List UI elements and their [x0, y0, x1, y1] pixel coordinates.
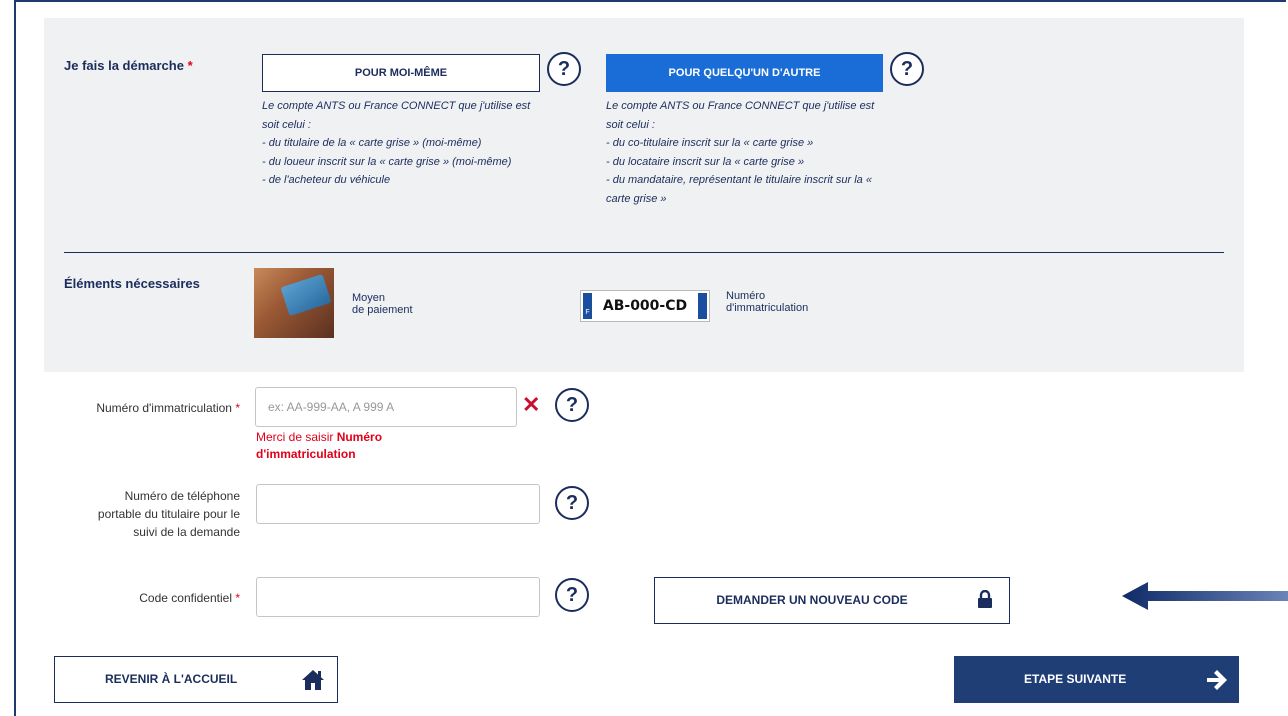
self-description: Le compte ANTS ou France CONNECT que j'u…: [262, 97, 530, 190]
plate-number: AB-000-CD: [602, 298, 688, 314]
new-code-button[interactable]: DEMANDER UN NOUVEAU CODE: [654, 577, 1010, 624]
help-icon[interactable]: ?: [555, 388, 589, 422]
required-mark: *: [187, 58, 193, 73]
phone-label: Numéro de téléphone portable du titulair…: [20, 487, 240, 541]
self-desc-line: - de l'acheteur du véhicule: [262, 174, 391, 186]
help-icon[interactable]: ?: [547, 52, 581, 86]
self-desc-line: Le compte ANTS ou France CONNECT que j'u…: [262, 100, 531, 112]
other-desc-line: Le compte ANTS ou France CONNECT que j'u…: [606, 100, 875, 112]
plate-label-line: Numéro: [726, 290, 766, 302]
payment-label-line: de paiement: [352, 304, 413, 316]
code-input[interactable]: [256, 577, 540, 617]
arrow-left-pointer-icon: [1122, 582, 1288, 610]
immat-error: Merci de saisir Numéro d'immatriculation: [256, 429, 456, 463]
other-description: Le compte ANTS ou France CONNECT que j'u…: [606, 97, 874, 208]
help-icon[interactable]: ?: [555, 486, 589, 520]
dept-band-icon: [698, 293, 707, 319]
required-mark: *: [235, 401, 240, 415]
other-desc-line: - du co-titulaire inscrit sur la « carte…: [606, 137, 814, 149]
other-desc-line: - du locataire inscrit sur la « carte gr…: [606, 155, 805, 168]
other-button[interactable]: POUR QUELQU'UN D'AUTRE: [606, 54, 883, 92]
immat-label: Numéro d'immatriculation *: [20, 399, 240, 417]
error-prefix: Merci de saisir: [256, 430, 337, 444]
required-mark: *: [235, 591, 240, 605]
other-desc-line: - du mandataire, représentant le titulai…: [606, 174, 872, 186]
elements-label: Éléments nécessaires: [64, 276, 200, 291]
self-desc-line: - du titulaire de la « carte grise » (mo…: [262, 137, 482, 149]
phone-label-line: portable du titulaire pour le: [97, 507, 240, 521]
self-desc-line: - du loueur inscrit sur la « carte grise…: [262, 155, 512, 168]
help-icon[interactable]: ?: [555, 578, 589, 612]
payment-label: Moyen de paiement: [352, 292, 413, 316]
home-icon: [302, 670, 324, 690]
code-label-text: Code confidentiel: [139, 591, 232, 605]
home-button[interactable]: REVENIR À L'ACCUEIL: [54, 656, 338, 703]
section-divider: [64, 252, 1224, 253]
eu-flag-icon: F: [583, 293, 592, 319]
demarche-label: Je fais la démarche *: [64, 58, 193, 73]
license-plate-image: F AB-000-CD: [580, 290, 710, 322]
self-button[interactable]: POUR MOI-MÊME: [262, 54, 540, 92]
other-desc-line: carte grise »: [606, 192, 667, 205]
phone-input[interactable]: [256, 484, 540, 524]
next-step-button[interactable]: ETAPE SUIVANTE: [954, 656, 1239, 703]
payment-card-image: [254, 268, 334, 338]
next-step-button-label: ETAPE SUIVANTE: [1024, 672, 1127, 686]
new-code-button-label: DEMANDER UN NOUVEAU CODE: [716, 593, 908, 607]
phone-label-line: suivi de la demande: [133, 525, 240, 539]
plate-label: Numéro d'immatriculation: [726, 290, 808, 314]
code-label: Code confidentiel *: [20, 589, 240, 607]
arrow-right-icon: [1207, 670, 1227, 690]
payment-label-line: Moyen: [352, 292, 386, 304]
help-icon[interactable]: ?: [890, 52, 924, 86]
immat-label-text: Numéro d'immatriculation: [96, 401, 232, 415]
home-button-label: REVENIR À L'ACCUEIL: [105, 672, 238, 686]
lock-icon: [978, 590, 992, 608]
plate-label-line: d'immatriculation: [726, 302, 809, 314]
demarche-label-text: Je fais la démarche: [64, 58, 184, 73]
immat-input[interactable]: [255, 387, 517, 427]
clear-icon[interactable]: ✕: [522, 393, 540, 417]
phone-label-line: Numéro de téléphone: [124, 489, 240, 503]
other-desc-line: soit celui :: [606, 118, 655, 131]
self-desc-line: soit celui :: [262, 118, 311, 131]
